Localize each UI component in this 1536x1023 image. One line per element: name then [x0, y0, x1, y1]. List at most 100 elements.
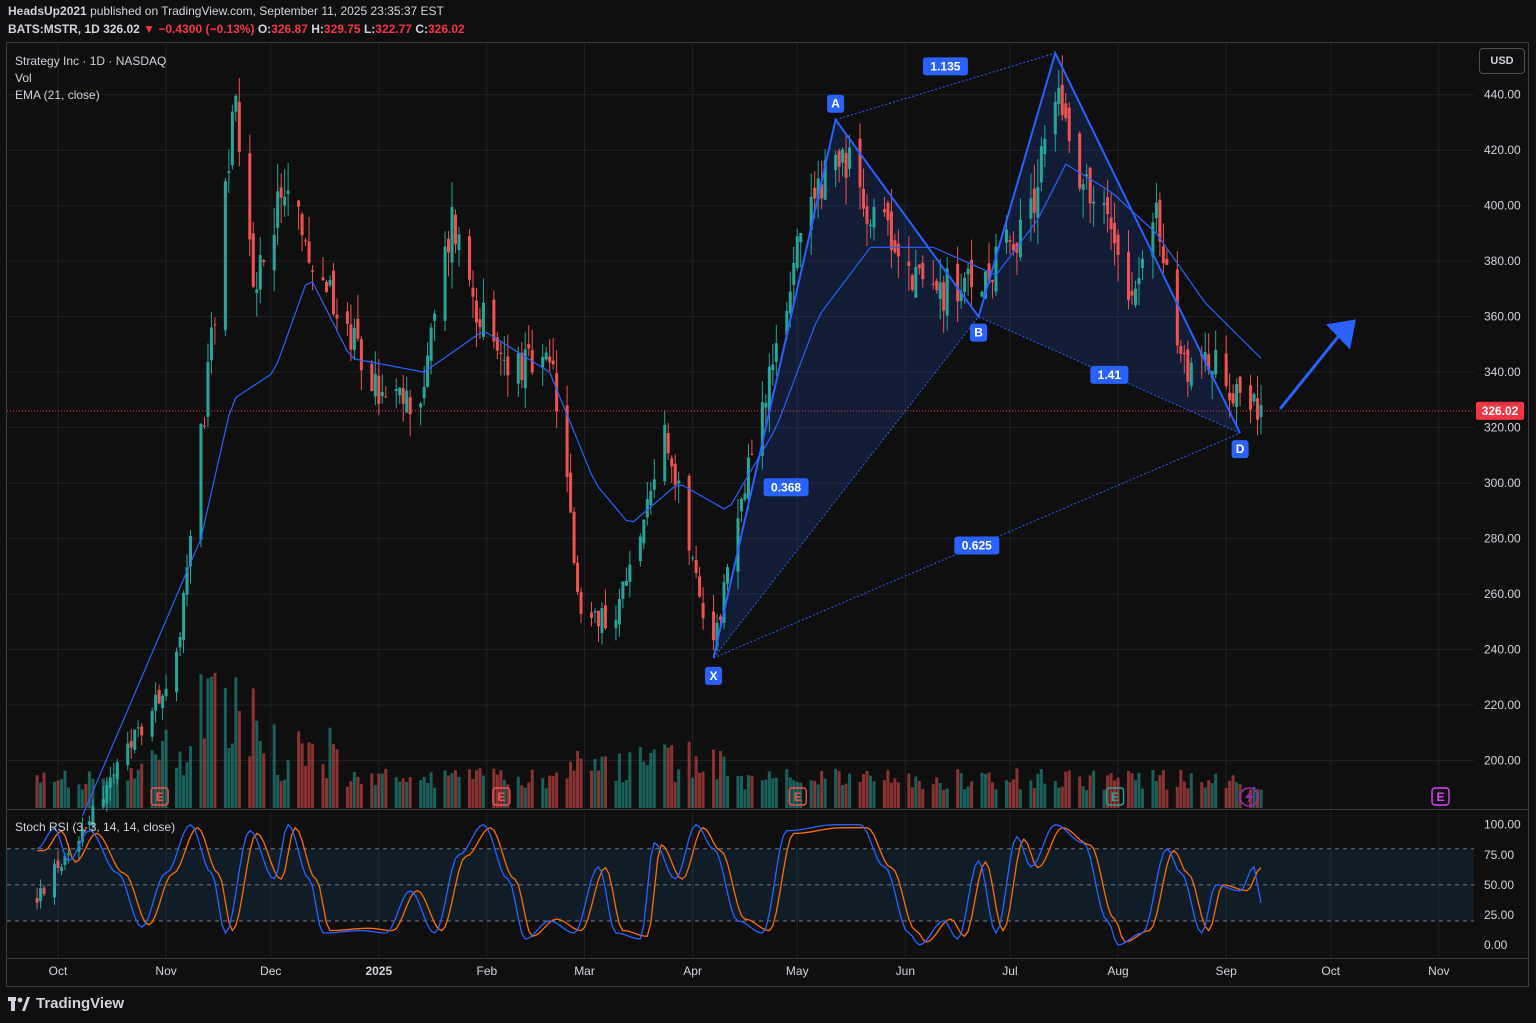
candle[interactable] [576, 555, 580, 595]
legend-title[interactable]: Strategy Inc · 1D · NASDAQ [15, 54, 166, 68]
candle[interactable] [645, 481, 649, 526]
candle[interactable] [624, 567, 628, 586]
candle[interactable] [1235, 378, 1239, 425]
candle[interactable] [262, 258, 266, 267]
candle[interactable] [980, 290, 984, 298]
candle[interactable] [530, 329, 534, 376]
candle[interactable] [712, 594, 716, 651]
candle[interactable] [691, 555, 695, 562]
candle[interactable] [311, 265, 315, 290]
candle[interactable] [279, 173, 283, 224]
candle[interactable] [590, 602, 594, 627]
candle[interactable] [178, 632, 182, 657]
candle[interactable] [910, 273, 914, 292]
candle[interactable] [359, 335, 363, 391]
candle[interactable] [345, 302, 349, 336]
candle[interactable] [426, 342, 430, 388]
candle[interactable] [628, 550, 632, 598]
candle[interactable] [140, 723, 144, 746]
candle[interactable] [481, 278, 485, 340]
legend-ema[interactable]: EMA (21, close) [15, 88, 100, 102]
candle[interactable] [408, 389, 412, 437]
candle[interactable] [642, 519, 646, 549]
candle[interactable] [394, 378, 398, 409]
candle[interactable] [565, 385, 569, 493]
candle[interactable] [209, 311, 213, 374]
candle[interactable] [652, 458, 656, 498]
candle[interactable] [377, 358, 381, 415]
candle[interactable] [185, 554, 189, 607]
candle[interactable] [569, 453, 573, 513]
candle[interactable] [300, 211, 304, 252]
candle[interactable] [324, 279, 328, 294]
candle[interactable] [548, 339, 552, 372]
candle[interactable] [1259, 384, 1263, 435]
candle[interactable] [206, 343, 210, 428]
candle[interactable] [520, 342, 524, 389]
legend-stoch[interactable]: Stoch RSI (3, 3, 14, 14, close) [15, 820, 175, 834]
ratio-ac-label[interactable]: 1.135 [922, 57, 968, 76]
candle[interactable] [541, 343, 545, 387]
candle[interactable] [175, 647, 179, 702]
candle[interactable] [551, 337, 555, 370]
candle[interactable] [234, 93, 238, 122]
candle[interactable] [523, 332, 527, 408]
candle[interactable] [603, 589, 607, 630]
candle[interactable] [297, 199, 301, 230]
candle[interactable] [621, 580, 625, 609]
candle[interactable] [1154, 182, 1158, 233]
point-x-label[interactable]: X [705, 666, 723, 685]
candle[interactable] [614, 605, 618, 641]
candle[interactable] [516, 346, 520, 398]
candle[interactable] [356, 294, 360, 342]
candle[interactable] [189, 529, 193, 584]
candle[interactable] [1238, 375, 1242, 407]
projection-arrow[interactable] [1278, 319, 1356, 410]
candle[interactable] [213, 317, 217, 345]
candle[interactable] [126, 731, 130, 771]
candle[interactable] [799, 232, 803, 268]
candle[interactable] [579, 587, 583, 623]
candle[interactable] [1256, 376, 1260, 436]
candle[interactable] [401, 374, 405, 422]
candle[interactable] [1165, 249, 1169, 266]
candle[interactable] [419, 401, 423, 426]
candle[interactable] [182, 590, 186, 654]
candle[interactable] [384, 386, 388, 398]
candle[interactable] [450, 182, 454, 289]
currency-button[interactable]: USD [1479, 48, 1525, 74]
candle[interactable] [154, 681, 158, 723]
candle[interactable] [694, 545, 698, 579]
candle[interactable] [157, 684, 161, 704]
candle[interactable] [133, 729, 137, 754]
candle[interactable] [617, 588, 621, 637]
candle[interactable] [304, 238, 308, 246]
candle[interactable] [370, 360, 374, 392]
candle[interactable] [405, 376, 409, 414]
candle[interactable] [677, 471, 681, 503]
candle[interactable] [970, 239, 974, 309]
candle[interactable] [1224, 335, 1228, 390]
candle[interactable] [447, 231, 451, 277]
candle[interactable] [230, 104, 234, 170]
candle[interactable] [527, 325, 531, 357]
candle[interactable] [726, 563, 730, 591]
candle[interactable] [352, 318, 356, 361]
candle[interactable] [502, 336, 506, 376]
point-d-label[interactable]: D [1231, 440, 1249, 459]
candle[interactable] [966, 261, 970, 296]
candle[interactable] [572, 507, 576, 566]
candle[interactable] [454, 209, 458, 254]
candle[interactable] [164, 674, 168, 701]
candle[interactable] [373, 351, 377, 406]
candle[interactable] [698, 566, 702, 598]
candle[interactable] [774, 324, 778, 376]
ratio-xd-label[interactable]: 0.625 [954, 536, 1000, 555]
candle[interactable] [666, 423, 670, 460]
candle[interactable] [248, 134, 252, 257]
candle[interactable] [1078, 131, 1082, 192]
candle[interactable] [398, 387, 402, 404]
candle[interactable] [1161, 223, 1165, 274]
candle[interactable] [649, 481, 653, 515]
candle[interactable] [673, 454, 677, 501]
